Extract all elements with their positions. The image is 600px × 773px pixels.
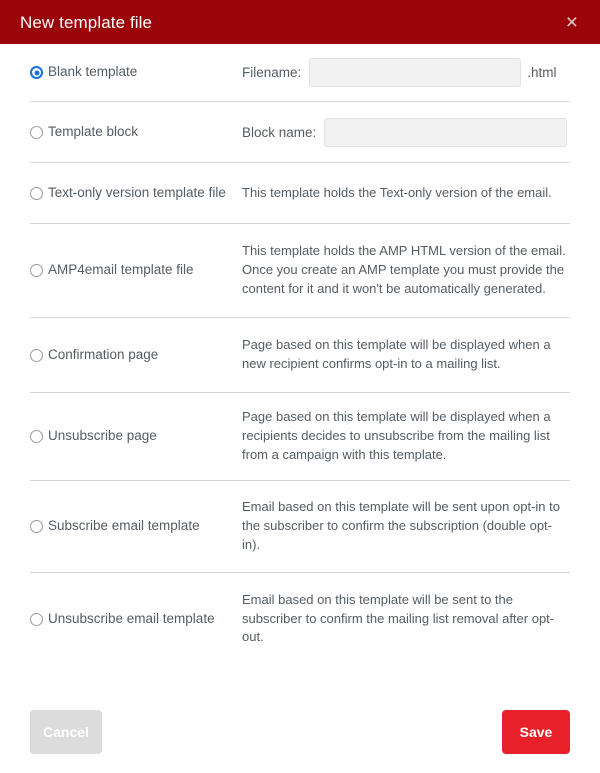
option-right-subscribe-email-template: Email based on this template will be sen…	[242, 498, 570, 555]
option-row-text-only-version-template-file[interactable]: Text-only version template file This tem…	[30, 163, 570, 224]
option-label-unsubscribe-email-template[interactable]: Unsubscribe email template	[48, 611, 215, 628]
option-left-subscribe-email-template: Subscribe email template	[30, 518, 242, 535]
option-row-template-block[interactable]: Template block Block name:	[30, 102, 570, 163]
block-name-input[interactable]	[324, 117, 568, 147]
cancel-button[interactable]: Cancel	[30, 709, 102, 754]
filename-extension-label: .html	[527, 65, 557, 80]
new-template-file-dialog: New template file × Blank template Filen…	[0, 0, 600, 773]
radio-text-only-version-template-file[interactable]	[30, 186, 43, 200]
radio-unsubscribe-email-template[interactable]	[30, 612, 43, 626]
radio-blank-template[interactable]	[30, 66, 43, 79]
option-description-subscribe-email-template: Email based on this template will be sen…	[242, 499, 560, 552]
option-left-blank-template: Blank template	[30, 64, 242, 81]
option-right-unsubscribe-page: Page based on this template will be disp…	[242, 408, 570, 465]
option-right-blank-template: Filename: .html	[242, 58, 570, 87]
option-description-confirmation-page: Page based on this template will be disp…	[242, 337, 551, 371]
option-row-unsubscribe-page[interactable]: Unsubscribe page Page based on this temp…	[30, 393, 570, 481]
option-label-text-only-version-template-file[interactable]: Text-only version template file	[48, 185, 226, 202]
option-row-amp4email-template-file[interactable]: AMP4email template file This template ho…	[30, 224, 570, 318]
filename-label: Filename:	[242, 65, 302, 80]
option-label-subscribe-email-template[interactable]: Subscribe email template	[48, 518, 200, 535]
filename-input[interactable]	[309, 58, 522, 87]
radio-confirmation-page[interactable]	[30, 348, 43, 362]
close-icon[interactable]: ×	[562, 10, 582, 35]
option-row-confirmation-page[interactable]: Confirmation page Page based on this tem…	[30, 318, 570, 393]
option-description-unsubscribe-email-template: Email based on this template will be sen…	[242, 591, 555, 645]
radio-amp4email-template-file[interactable]	[30, 264, 43, 277]
option-right-text-only-version-template-file: This template holds the Text-only versio…	[242, 184, 570, 203]
option-label-blank-template[interactable]: Blank template	[48, 64, 137, 81]
option-left-template-block: Template block	[30, 124, 242, 141]
option-label-confirmation-page[interactable]: Confirmation page	[48, 347, 158, 364]
option-description-amp4email-template-file: This template holds the AMP HTML version…	[242, 243, 566, 296]
radio-unsubscribe-page[interactable]	[30, 430, 43, 443]
option-description-unsubscribe-page: Page based on this template will be disp…	[242, 409, 551, 462]
option-row-blank-template[interactable]: Blank template Filename: .html	[30, 44, 570, 102]
option-row-subscribe-email-template[interactable]: Subscribe email template Email based on …	[30, 481, 570, 573]
option-label-amp4email-template-file[interactable]: AMP4email template file	[48, 262, 194, 279]
block-name-label: Block name:	[242, 124, 317, 140]
option-row-unsubscribe-email-template[interactable]: Unsubscribe email template Email based o…	[30, 573, 570, 665]
radio-template-block[interactable]	[30, 125, 43, 139]
option-right-template-block: Block name:	[242, 117, 570, 147]
option-left-text-only-version-template-file: Text-only version template file	[30, 185, 242, 202]
save-button[interactable]: Save	[502, 709, 570, 754]
option-right-amp4email-template-file: This template holds the AMP HTML version…	[242, 242, 570, 299]
dialog-header: New template file ×	[0, 0, 600, 44]
dialog-body: Blank template Filename: .html Template …	[0, 44, 600, 690]
dialog-footer: Cancel Save	[0, 690, 600, 773]
option-label-unsubscribe-page[interactable]: Unsubscribe page	[48, 428, 157, 445]
option-left-confirmation-page: Confirmation page	[30, 347, 242, 364]
option-right-unsubscribe-email-template: Email based on this template will be sen…	[242, 591, 570, 648]
radio-subscribe-email-template[interactable]	[30, 520, 43, 533]
option-description-text-only-version-template-file: This template holds the Text-only versio…	[242, 184, 552, 200]
option-left-unsubscribe-page: Unsubscribe page	[30, 428, 242, 445]
dialog-title: New template file	[20, 12, 153, 32]
option-right-confirmation-page: Page based on this template will be disp…	[242, 336, 570, 374]
option-label-template-block[interactable]: Template block	[48, 124, 138, 141]
option-left-unsubscribe-email-template: Unsubscribe email template	[30, 611, 242, 628]
option-left-amp4email-template-file: AMP4email template file	[30, 262, 242, 279]
